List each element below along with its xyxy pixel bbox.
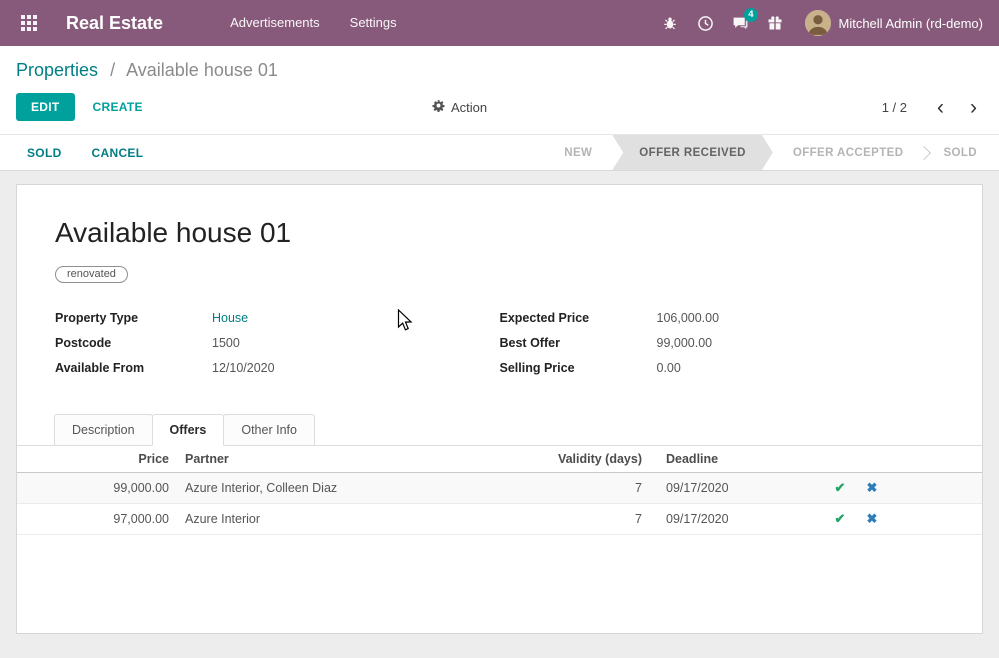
apps-grid-icon	[21, 15, 37, 31]
pager-previous-icon[interactable]: ‹	[931, 97, 950, 118]
action-menu-label: Action	[451, 100, 487, 115]
user-name: Mitchell Admin (rd-demo)	[839, 16, 984, 31]
status-step-offer-accepted[interactable]: OFFER ACCEPTED	[773, 135, 924, 170]
field-value-property-type[interactable]: House	[212, 310, 248, 326]
column-price[interactable]: Price	[17, 446, 177, 473]
offer-2-price: 97,000.00	[17, 504, 177, 535]
menu-advertisements[interactable]: Advertisements	[215, 0, 335, 46]
activities-clock-icon[interactable]	[688, 0, 723, 46]
column-validity[interactable]: Validity (days)	[472, 446, 650, 473]
pager-next-icon[interactable]: ›	[964, 97, 983, 118]
offer-1-validity: 7	[472, 473, 650, 504]
tab-other-info[interactable]: Other Info	[223, 414, 315, 446]
field-value-best-offer: 99,000.00	[657, 335, 713, 351]
tab-offers[interactable]: Offers	[152, 414, 225, 446]
user-avatar	[805, 10, 831, 36]
menu-settings[interactable]: Settings	[335, 0, 412, 46]
breadcrumb-current: Available house 01	[126, 60, 278, 80]
offer-row-2[interactable]: 97,000.00 Azure Interior 7 09/17/2020 ✔ …	[17, 504, 982, 535]
pager-count[interactable]: 1 / 2	[882, 100, 917, 115]
app-title[interactable]: Real Estate	[66, 13, 163, 34]
field-label-available-from: Available From	[55, 360, 212, 376]
field-value-selling-price: 0.00	[657, 360, 681, 376]
control-row: EDIT CREATE Action 1 / 2 ‹ ›	[16, 93, 983, 134]
pager: 1 / 2 ‹ ›	[882, 97, 983, 118]
column-partner[interactable]: Partner	[177, 446, 472, 473]
systray: 4	[653, 0, 793, 46]
refuse-offer-icon[interactable]: ✖	[867, 480, 878, 495]
field-grid: Property Type House Postcode 1500 Availa…	[55, 310, 944, 385]
field-label-expected-price: Expected Price	[500, 310, 657, 326]
field-label-selling-price: Selling Price	[500, 360, 657, 376]
offers-header-row: Price Partner Validity (days) Deadline	[17, 446, 982, 473]
field-label-postcode: Postcode	[55, 335, 212, 351]
breadcrumb: Properties / Available house 01	[16, 60, 983, 81]
offer-2-validity: 7	[472, 504, 650, 535]
field-label-property-type: Property Type	[55, 310, 212, 326]
edit-button[interactable]: EDIT	[16, 93, 75, 121]
field-value-expected-price: 106,000.00	[657, 310, 720, 326]
offers-table: Price Partner Validity (days) Deadline 9…	[17, 446, 982, 535]
field-value-available-from: 12/10/2020	[212, 360, 275, 376]
field-value-postcode: 1500	[212, 335, 240, 351]
status-step-new[interactable]: NEW	[544, 135, 612, 170]
debug-bug-icon[interactable]	[653, 0, 688, 46]
status-step-offer-received[interactable]: OFFER RECEIVED	[612, 135, 773, 170]
record-title: Available house 01	[55, 217, 944, 249]
tab-description[interactable]: Description	[54, 414, 153, 446]
column-spacer	[889, 446, 982, 473]
accept-offer-icon[interactable]: ✔	[835, 480, 846, 495]
messages-chat-icon[interactable]: 4	[723, 0, 758, 46]
chat-unread-badge: 4	[744, 8, 757, 22]
notebook-tabs: Description Offers Other Info	[17, 414, 982, 446]
statusbar-buttons: SOLD CANCEL	[0, 135, 158, 170]
offer-2-deadline: 09/17/2020	[650, 504, 825, 535]
gear-icon	[432, 99, 445, 115]
sold-button[interactable]: SOLD	[12, 140, 77, 166]
field-label-best-offer: Best Offer	[500, 335, 657, 351]
offer-2-partner: Azure Interior	[177, 504, 472, 535]
user-menu[interactable]: Mitchell Admin (rd-demo)	[793, 0, 999, 46]
breadcrumb-properties[interactable]: Properties	[16, 60, 98, 80]
accept-offer-icon[interactable]: ✔	[835, 511, 846, 526]
cancel-button[interactable]: CANCEL	[77, 140, 159, 166]
offer-1-partner: Azure Interior, Colleen Diaz	[177, 473, 472, 504]
status-pipeline: NEW OFFER RECEIVED OFFER ACCEPTED SOLD	[544, 135, 997, 170]
offer-1-price: 99,000.00	[17, 473, 177, 504]
content-area: Available house 01 renovated Property Ty…	[0, 171, 999, 658]
app-window: Real Estate Advertisements Settings	[0, 0, 999, 658]
create-button[interactable]: CREATE	[93, 100, 143, 114]
column-refuse	[855, 446, 889, 473]
form-sheet: Available house 01 renovated Property Ty…	[16, 184, 983, 634]
offer-1-deadline: 09/17/2020	[650, 473, 825, 504]
apps-menu-button[interactable]	[12, 0, 46, 46]
column-accept	[825, 446, 855, 473]
breadcrumb-separator: /	[110, 60, 115, 80]
offer-row-1[interactable]: 99,000.00 Azure Interior, Colleen Diaz 7…	[17, 473, 982, 504]
tag-renovated: renovated	[55, 266, 128, 283]
status-step-sold[interactable]: SOLD	[923, 135, 997, 170]
statusbar: SOLD CANCEL NEW OFFER RECEIVED OFFER ACC…	[0, 134, 999, 171]
column-deadline[interactable]: Deadline	[650, 446, 825, 473]
action-menu-button[interactable]: Action	[432, 99, 487, 115]
gift-icon[interactable]	[758, 0, 793, 46]
control-panel: Properties / Available house 01 EDIT CRE…	[0, 46, 999, 134]
top-navbar: Real Estate Advertisements Settings	[0, 0, 999, 46]
refuse-offer-icon[interactable]: ✖	[867, 511, 878, 526]
